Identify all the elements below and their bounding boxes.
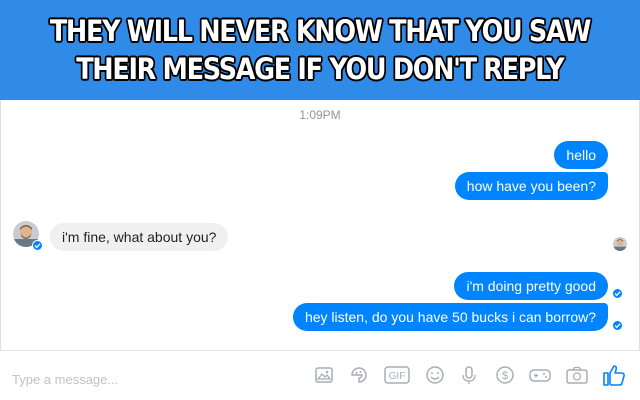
payment-icon[interactable]: $ [494, 364, 516, 386]
message-bubble-incoming[interactable]: i'm fine, what about you? [50, 223, 229, 251]
sticker-icon[interactable] [348, 364, 370, 386]
read-receipt-avatar [613, 237, 627, 251]
delivered-check-icon [612, 288, 623, 299]
message-bubble-outgoing[interactable]: i'm doing pretty good [454, 272, 608, 300]
emoji-icon[interactable] [424, 364, 446, 386]
svg-text:$: $ [502, 370, 508, 382]
message-bubble-outgoing[interactable]: hello [554, 141, 608, 169]
meme-caption-banner: THEY WILL NEVER KNOW THAT YOU SAW THEIR … [0, 0, 640, 100]
message-input[interactable] [12, 369, 282, 389]
meme-caption-line-1: THEY WILL NEVER KNOW THAT YOU SAW [49, 14, 592, 48]
game-controller-icon[interactable] [527, 364, 553, 386]
delivered-check-icon [612, 320, 623, 331]
message-bubble-outgoing[interactable]: how have you been? [454, 172, 608, 200]
like-icon[interactable] [601, 362, 627, 388]
message-timestamp: 1:09PM [299, 108, 341, 122]
gif-icon[interactable]: GIF [383, 364, 411, 386]
active-status-icon [32, 240, 43, 251]
svg-text:GIF: GIF [389, 371, 406, 382]
photo-icon[interactable] [313, 364, 335, 386]
message-bubble-outgoing[interactable]: hey listen, do you have 50 bucks i can b… [292, 303, 608, 331]
camera-icon[interactable] [565, 364, 589, 386]
meme-caption-line-2: THEIR MESSAGE IF YOU DON'T REPLY [76, 52, 564, 86]
microphone-icon[interactable] [458, 364, 480, 386]
